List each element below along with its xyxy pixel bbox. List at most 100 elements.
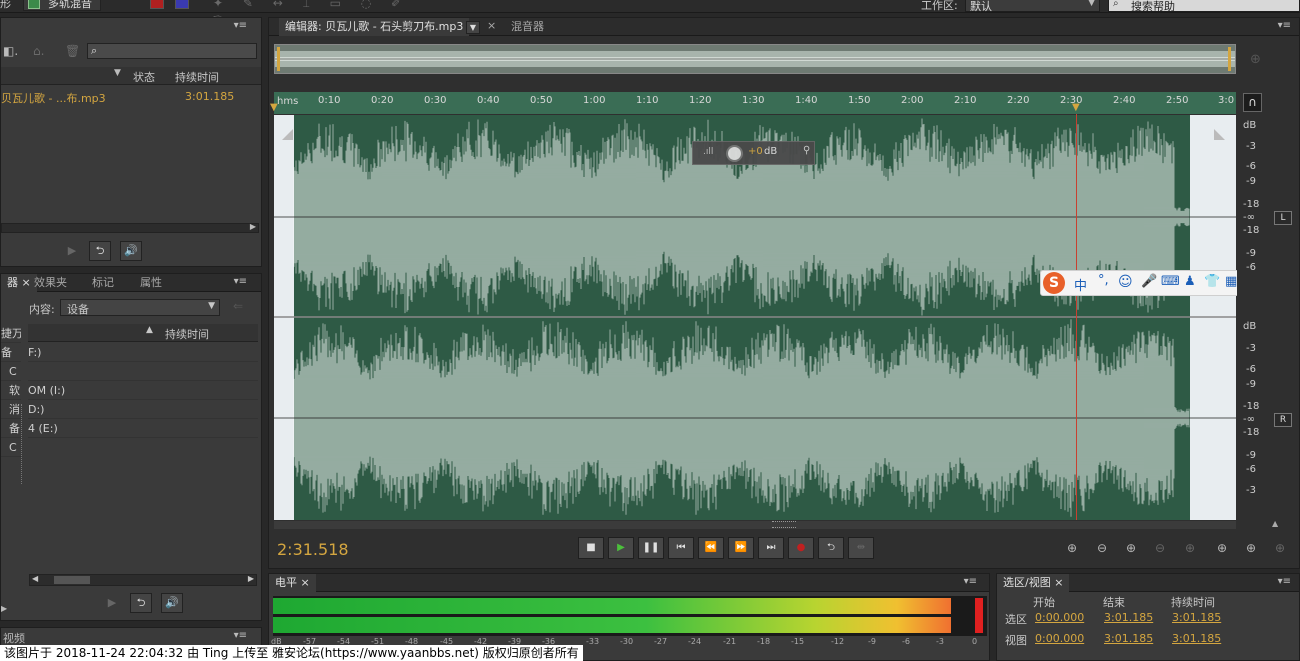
tab-mixer[interactable]: 混音器 [505,18,550,36]
channel-R-toggle[interactable]: R [1274,413,1292,427]
waveform-display[interactable] [274,115,1236,520]
overview-handle-right[interactable] [1228,47,1231,71]
col-status[interactable]: 状态 [133,69,155,85]
waveform-hscrollbar[interactable] [274,521,1236,529]
list-item[interactable]: 备 [1,343,21,362]
scroll-right-icon[interactable]: ▶ [248,574,254,583]
loop-button[interactable]: ⮌ [89,241,111,261]
overview-handle-left[interactable] [277,47,280,71]
browser-hscrollbar[interactable]: ◀ ▶ [29,574,257,586]
pause-button[interactable]: ❚❚ [638,537,664,559]
scroll-up-icon[interactable]: ▲ [1272,519,1278,528]
list-item[interactable]: 软 [1,381,21,400]
zoom-selection-out-icon[interactable]: ⊕ [1239,541,1263,559]
stop-button[interactable]: ■ [578,537,604,559]
help-search-input[interactable]: ⌕ 搜索帮助 [1108,0,1300,13]
start-marker-icon[interactable]: ▼ [270,102,278,113]
play-button[interactable]: ▶ [608,537,634,559]
view-end-field[interactable]: 3:01.185 [1104,632,1153,645]
scroll-thumb[interactable] [54,576,90,584]
smiley-icon[interactable]: ☺ [1118,274,1133,290]
list-item[interactable]: 备 [1,419,21,438]
autoplay-button[interactable]: 🔊 [161,593,183,613]
col-duration[interactable]: 持续时间 [175,69,219,85]
panel-menu-icon[interactable]: ▾≡ [234,276,247,287]
autoplay-button[interactable]: 🔊 [120,241,142,261]
trash-icon[interactable]: 🗑 [65,44,80,58]
playhead-marker-icon[interactable]: ▼ [1072,102,1080,113]
panel-menu-icon[interactable]: ▾≡ [234,20,247,31]
panel-menu-icon[interactable]: ▾≡ [1278,20,1291,31]
list-item[interactable]: C [1,438,21,457]
ime-punct-icon[interactable]: °, [1098,273,1109,288]
current-time-display[interactable]: 2:31.518 [277,540,349,559]
scroll-left-icon[interactable]: ◀ [32,574,38,583]
pin-icon[interactable]: ⚲ [803,145,810,156]
multitrack-button[interactable]: 多轨混音 [23,0,101,11]
scroll-right-icon[interactable]: ▶ [250,222,256,231]
splitter[interactable] [21,404,26,484]
gain-knob[interactable] [726,145,743,162]
file-list-item[interactable]: 贝瓦儿歌 - ...布.mp3 3:01.185 [1,88,261,106]
loop-button[interactable]: ⮌ [130,593,152,613]
sort-arrow-icon[interactable]: ▲ [146,325,153,335]
volume-hud[interactable]: .ıll +0 dB ⚲ [692,141,815,165]
browser-vscroll-arrow[interactable]: ▶ [1,604,15,618]
selection-end-field[interactable]: 3:01.185 [1104,611,1153,624]
list-item[interactable]: C [1,362,21,381]
waveform-view-tab[interactable]: 形 [0,0,11,11]
zoom-all-icon[interactable]: ⊕ [1268,541,1292,559]
keyboard-icon[interactable]: ⌨ [1161,274,1180,289]
panel-menu-icon[interactable]: ▾≡ [1278,576,1291,587]
spectral-red-icon[interactable] [150,0,164,9]
close-icon[interactable]: × [487,19,496,32]
view-start-field[interactable]: 0:00.000 [1035,632,1084,645]
open-file-icon[interactable]: ◧. [3,44,18,58]
panel-menu-icon[interactable]: ▾≡ [234,630,247,641]
tab-effects[interactable]: 效果夹 [28,274,73,292]
play-button[interactable]: ▶ [61,242,83,262]
skip-to-end-button[interactable]: ⏭ [758,537,784,559]
fast-forward-button[interactable]: ⏩ [728,537,754,559]
view-duration-field[interactable]: 3:01.185 [1172,632,1221,645]
mic-icon[interactable]: 🎤 [1141,274,1157,289]
skin-icon[interactable]: 👕 [1204,274,1220,289]
list-item[interactable]: 消 [1,400,21,419]
overview-navigator[interactable] [274,44,1236,74]
import-icon[interactable]: ⌂. [33,44,44,58]
loop-button[interactable]: ⮌ [818,537,844,559]
files-hscrollbar[interactable]: ▶ [1,222,259,233]
tab-markers[interactable]: 标记 [86,274,120,292]
zoom-out-amplitude-icon[interactable]: ⊖ [1090,541,1114,559]
col-duration[interactable]: 持续时间 [165,326,209,342]
zoom-selection-in-icon[interactable]: ⊕ [1210,541,1234,559]
zoom-navigator-icon[interactable]: ⊕ [1250,52,1261,67]
skip-to-start-button[interactable]: ⏮ [668,537,694,559]
playhead-line[interactable] [1076,114,1077,520]
record-button[interactable]: ● [788,537,814,559]
play-button[interactable]: ▶ [101,594,123,614]
snap-toggle[interactable]: ∩ [1243,93,1262,112]
zoom-in-time-icon[interactable]: ⊕ [1119,541,1143,559]
table-row[interactable] [28,362,258,381]
content-select[interactable]: 设备 ▼ [60,299,220,316]
table-row[interactable]: F:) [28,343,258,362]
selection-start-field[interactable]: 0:00.000 [1035,611,1084,624]
workspace-select[interactable]: 默认 ▼ [965,0,1100,13]
hud-gain-value[interactable]: +0 [748,146,763,157]
table-row[interactable]: OM (I:) [28,381,258,400]
back-arrow-icon[interactable]: ⇐ [233,299,243,313]
panel-menu-icon[interactable]: ▾≡ [964,576,977,587]
editor-file-dropdown[interactable]: ▼ [466,21,480,34]
channel-L-toggle[interactable]: L [1274,211,1292,225]
tab-levels[interactable]: 电平 × [269,574,316,592]
scroll-grip[interactable] [772,521,796,528]
tab-properties[interactable]: 属性 [134,274,168,292]
grid-icon[interactable]: ▦ [1225,274,1237,289]
tab-editor[interactable]: 编辑器: 贝瓦儿歌 - 石头剪刀布.mp3 [279,18,470,36]
zoom-in-amplitude-icon[interactable]: ⊕ [1060,541,1084,559]
selection-duration-field[interactable]: 3:01.185 [1172,611,1221,624]
user-icon[interactable]: ♟ [1184,274,1196,289]
skip-selection-button[interactable]: ⇹ [848,537,874,559]
tab-video[interactable]: 视频 [3,630,25,646]
